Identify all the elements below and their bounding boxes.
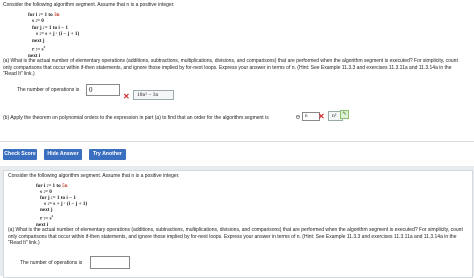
code-line-r: r := s2 xyxy=(36,213,156,222)
part-a-text: (a) What is the actual number of element… xyxy=(3,58,458,77)
x-mark-icon: ✕ xyxy=(318,112,325,121)
code-text: for i := 1 to xyxy=(36,183,63,189)
pencil-icon[interactable]: ✎ xyxy=(340,110,349,119)
ops-answer-input[interactable] xyxy=(90,256,130,269)
check-score-button[interactable]: Check Score xyxy=(3,149,37,160)
ops-label: The number of operations is xyxy=(17,87,80,93)
try-another-button[interactable]: Try Another xyxy=(89,149,126,160)
theta-symbol: Θ xyxy=(296,115,300,121)
ops-answer-input[interactable]: 0 xyxy=(86,84,120,96)
question-intro: Consider the following algorithm segment… xyxy=(8,173,180,179)
x-mark-icon: ✕ xyxy=(123,92,130,101)
part-a-text: (a) What is the actual number of element… xyxy=(8,227,463,246)
exponent: 2 xyxy=(43,45,46,50)
part-b-text: (b) Apply the theorem on polynomial orde… xyxy=(3,115,269,121)
code-text: r := s xyxy=(40,216,52,223)
question-intro: Consider the following algorithm segment… xyxy=(3,2,175,8)
code-text: for i := 1 to xyxy=(28,12,55,18)
loop-bound: 5n xyxy=(62,183,68,189)
correct-answer-box: 18n² − 3n xyxy=(133,90,174,100)
hide-answer-button[interactable]: Hide Answer xyxy=(44,149,82,160)
exponent: 2 xyxy=(51,214,54,219)
code-text: r := s xyxy=(32,46,44,53)
code-line-r: r := s2 xyxy=(28,44,148,53)
loop-bound: 3n xyxy=(54,12,60,18)
divider xyxy=(0,141,474,142)
ops-label: The number of operations is xyxy=(20,260,83,266)
algorithm-code: for i := 1 to 3n s := 0 for j := 1 to i … xyxy=(28,12,148,60)
algorithm-code: for i := 1 to 5n s := 0 for j := 1 to i … xyxy=(36,183,156,228)
